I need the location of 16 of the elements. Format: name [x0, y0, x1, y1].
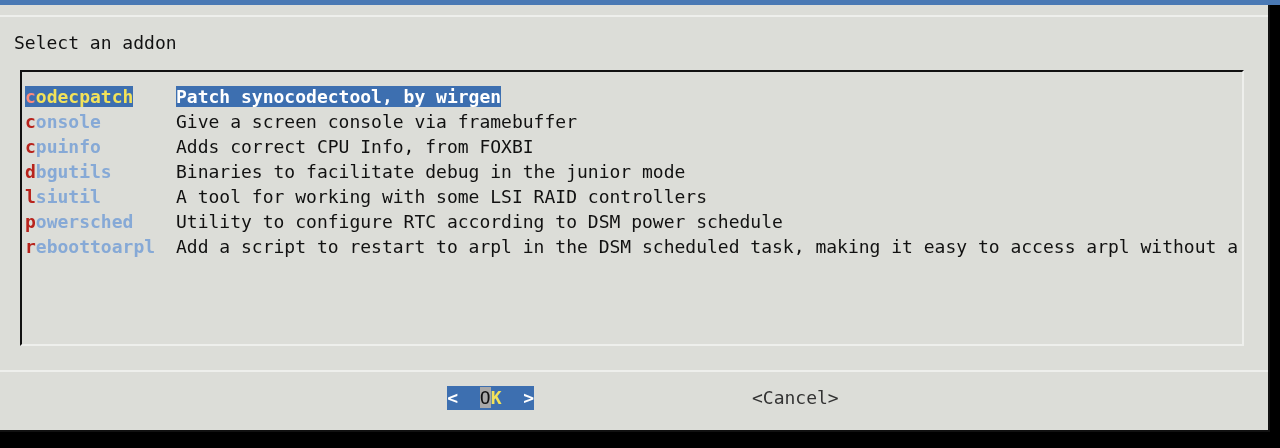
addon-description: Add a script to restart to arpl in the DSM scheduled task, making it easy to access arpl without a [176, 236, 1239, 257]
addon-name[interactable]: powersched [25, 211, 176, 232]
dialog-button[interactable]: <Cancel> [752, 386, 839, 410]
addon-description: Adds correct CPU Info, from FOXBI [176, 136, 534, 157]
dialog-prompt: Select an addon [13, 31, 178, 55]
addon-description: Patch synocodectool, by wirgen [176, 86, 502, 107]
addon-description: Utility to configure RTC according to DSM power schedule [176, 211, 783, 232]
addon-name[interactable]: lsiutil [25, 186, 176, 207]
addon-name[interactable]: cpuinfo [25, 136, 176, 157]
addon-description: A tool for working with some LSI RAID controllers [176, 186, 707, 207]
addon-name[interactable]: reboottoarpl [25, 236, 176, 257]
addon-name[interactable]: dbgutils [25, 161, 176, 182]
addon-description: Binaries to facilitate debug in the junior mode [176, 161, 686, 182]
addon-description: Give a screen console via framebuffer [176, 111, 577, 132]
addon-name[interactable]: console [25, 111, 176, 132]
dialog-button[interactable]: < OK > [447, 386, 534, 410]
